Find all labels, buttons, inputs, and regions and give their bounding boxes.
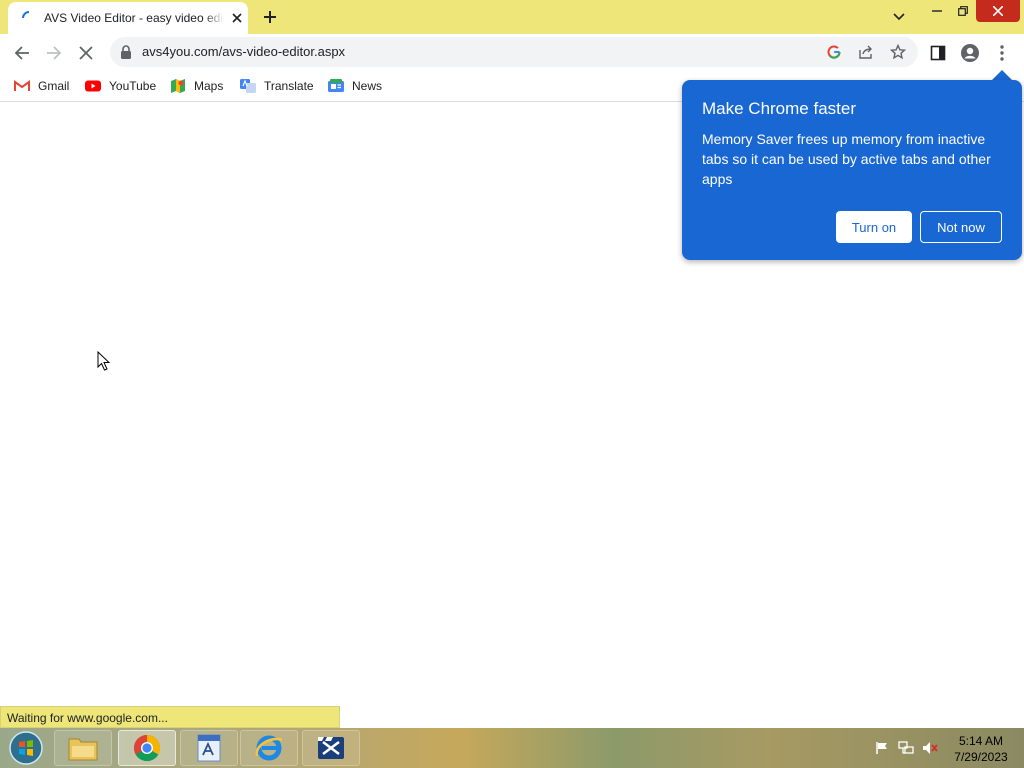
tab-title-fade <box>204 6 224 28</box>
forward-button[interactable] <box>42 41 66 65</box>
plus-icon <box>264 11 276 23</box>
memory-saver-popup: Make Chrome faster Memory Saver frees up… <box>682 80 1022 260</box>
avatar-icon <box>961 44 979 62</box>
profile-button[interactable] <box>958 41 982 65</box>
star-icon <box>890 44 906 60</box>
arrow-right-icon <box>47 46 62 60</box>
bookmark-translate[interactable]: Translate <box>240 76 314 96</box>
bookmark-label: Translate <box>264 79 314 93</box>
browser-tab[interactable]: AVS Video Editor - easy video editing <box>8 2 248 34</box>
bookmark-gmail[interactable]: Gmail <box>14 76 69 96</box>
taskbar-file-explorer[interactable] <box>54 730 112 766</box>
url-text[interactable]: avs4you.com/avs-video-editor.aspx <box>142 44 345 59</box>
popup-body: Memory Saver frees up memory from inacti… <box>702 131 991 187</box>
popup-title: Make Chrome faster <box>702 99 856 118</box>
restore-icon <box>958 6 968 16</box>
popup-arrow <box>992 70 1012 80</box>
status-bubble: Waiting for www.google.com... <box>0 706 340 728</box>
maps-icon <box>170 78 186 94</box>
bookmark-star-button[interactable] <box>888 42 908 62</box>
close-icon <box>993 6 1003 16</box>
arrow-left-icon <box>14 46 29 60</box>
close-window-button[interactable] <box>976 0 1020 22</box>
more-vertical-icon <box>1000 45 1004 61</box>
folder-icon <box>68 738 98 761</box>
menu-button[interactable] <box>990 41 1014 65</box>
close-icon <box>79 46 93 60</box>
close-tab-icon[interactable] <box>230 11 244 25</box>
google-lens-button[interactable] <box>824 42 844 62</box>
start-button[interactable] <box>6 730 46 766</box>
bookmark-maps[interactable]: Maps <box>170 76 223 96</box>
restore-button[interactable] <box>950 0 976 22</box>
turn-on-button[interactable]: Turn on <box>836 211 912 243</box>
not-now-button[interactable]: Not now <box>920 211 1002 243</box>
bookmark-youtube[interactable]: YouTube <box>85 76 156 96</box>
tab-search-button[interactable] <box>888 6 910 28</box>
taskbar-video-editor[interactable] <box>302 730 360 766</box>
bookmark-label: Gmail <box>38 79 70 93</box>
internet-explorer-icon <box>255 735 283 761</box>
chrome-icon <box>133 734 161 762</box>
share-button[interactable] <box>856 42 876 62</box>
network-icon[interactable] <box>898 740 914 756</box>
youtube-icon <box>85 78 101 94</box>
translate-icon <box>240 78 256 94</box>
new-tab-button[interactable] <box>258 5 282 29</box>
taskbar-chrome[interactable] <box>118 730 176 766</box>
minimize-icon <box>932 10 942 12</box>
system-clock[interactable]: 5:14 AM 7/29/2023 <box>950 733 1012 765</box>
stop-loading-button[interactable] <box>74 41 98 65</box>
action-center-flag-icon[interactable] <box>874 740 890 756</box>
bookmark-label: Maps <box>194 79 224 93</box>
mouse-cursor-icon <box>97 351 111 371</box>
share-icon <box>859 45 872 59</box>
side-panel-icon <box>930 45 946 61</box>
video-editor-icon <box>318 737 344 759</box>
windows-orb-icon <box>9 731 43 765</box>
loading-spinner-icon <box>22 11 30 19</box>
back-button[interactable] <box>10 41 34 65</box>
address-bar[interactable]: avs4you.com/avs-video-editor.aspx <box>110 37 918 67</box>
tab-strip: AVS Video Editor - easy video editing <box>0 0 1024 34</box>
bookmark-label: News <box>352 79 383 93</box>
clock-date: 7/29/2023 <box>954 750 1008 764</box>
document-app-icon <box>197 734 221 762</box>
windows-taskbar: 5:14 AM 7/29/2023 <box>0 728 1024 768</box>
tab-title: AVS Video Editor - easy video editing <box>44 11 222 25</box>
side-panel-button[interactable] <box>926 41 950 65</box>
minimize-button[interactable] <box>924 0 950 22</box>
taskbar-text-app[interactable] <box>180 730 238 766</box>
gmail-icon <box>14 78 30 94</box>
news-icon <box>328 78 344 94</box>
clock-time: 5:14 AM <box>958 734 1004 748</box>
volume-muted-icon[interactable] <box>922 740 938 756</box>
lock-icon[interactable] <box>120 45 132 59</box>
bookmark-news[interactable]: News <box>328 76 382 96</box>
google-g-icon <box>827 45 841 59</box>
chevron-down-icon <box>893 13 905 21</box>
bookmark-label: YouTube <box>109 79 157 93</box>
taskbar-internet-explorer[interactable] <box>240 730 298 766</box>
